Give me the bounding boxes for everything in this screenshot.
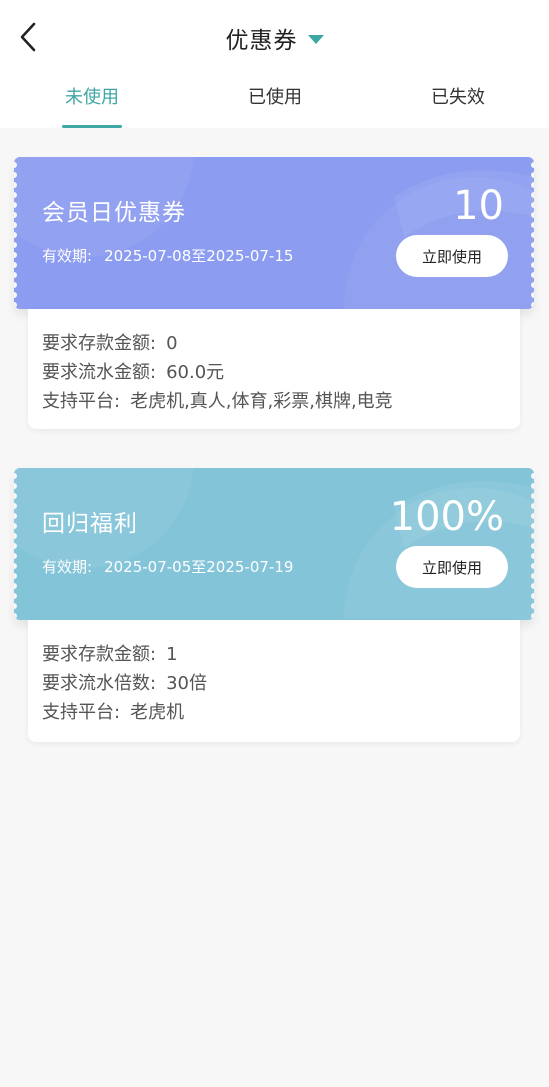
detail-value: 30倍 [166, 673, 207, 694]
detail-row: 要求存款金额: 0 [42, 329, 520, 358]
coupon-validity: 有效期: 2025-07-08至2025-07-15 [42, 245, 293, 266]
coupon-header: 回归福利 有效期: 2025-07-05至2025-07-19 100% 立即使用 [14, 468, 534, 620]
tab-used[interactable]: 已使用 [215, 78, 335, 128]
tab-used-label: 已使用 [248, 87, 302, 108]
detail-value: 老虎机 [130, 702, 185, 723]
app-header: 优惠券 未使用 已使用 已失效 [0, 0, 549, 128]
detail-row: 要求流水倍数: 30倍 [42, 669, 520, 698]
coupon-header: 会员日优惠券 有效期: 2025-07-08至2025-07-15 10 立即使用 [14, 157, 534, 309]
coupon-validity: 有效期: 2025-07-05至2025-07-19 [42, 556, 293, 577]
coupon-background [14, 468, 534, 620]
detail-label: 支持平台: [42, 702, 121, 723]
validity-range: 2025-07-05至2025-07-19 [104, 558, 294, 576]
caret-down-icon [307, 35, 324, 44]
coupon-value: 100% [389, 494, 504, 540]
coupon-value: 10 [453, 183, 504, 229]
coupon-background [14, 157, 534, 309]
validity-label: 有效期: [42, 558, 93, 576]
tab-unused[interactable]: 未使用 [32, 78, 152, 128]
coupon-name: 回归福利 [42, 511, 138, 537]
tab-unused-label: 未使用 [65, 87, 119, 108]
detail-label: 要求流水倍数: [42, 673, 157, 694]
detail-value: 老虎机,真人,体育,彩票,棋牌,电竞 [130, 391, 393, 412]
detail-label: 支持平台: [42, 391, 121, 412]
detail-value: 0 [166, 333, 178, 354]
use-now-button[interactable]: 立即使用 [396, 546, 508, 588]
detail-row: 支持平台: 老虎机 [42, 698, 520, 727]
detail-row: 支持平台: 老虎机,真人,体育,彩票,棋牌,电竞 [42, 387, 520, 416]
active-tab-indicator [62, 125, 122, 128]
coupon-details: 要求存款金额: 1 要求流水倍数: 30倍 支持平台: 老虎机 [28, 620, 520, 742]
detail-label: 要求存款金额: [42, 644, 157, 665]
coupon-tabs: 未使用 已使用 已失效 [0, 78, 549, 128]
tab-expired-label: 已失效 [431, 87, 485, 108]
detail-label: 要求存款金额: [42, 333, 157, 354]
detail-value: 60.0元 [166, 362, 225, 383]
detail-row: 要求存款金额: 1 [42, 640, 520, 669]
validity-range: 2025-07-08至2025-07-15 [104, 247, 294, 265]
coupon-details: 要求存款金额: 0 要求流水金额: 60.0元 支持平台: 老虎机,真人,体育,彩票,… [28, 309, 520, 429]
detail-row: 要求流水金额: 60.0元 [42, 358, 520, 387]
coupon-name: 会员日优惠券 [42, 200, 186, 226]
page-title: 优惠券 [225, 28, 298, 54]
tab-expired[interactable]: 已失效 [398, 78, 518, 128]
title-dropdown[interactable]: 优惠券 [0, 18, 549, 58]
validity-label: 有效期: [42, 247, 93, 265]
use-now-button[interactable]: 立即使用 [396, 235, 508, 277]
detail-value: 1 [166, 644, 178, 665]
detail-label: 要求流水金额: [42, 362, 157, 383]
